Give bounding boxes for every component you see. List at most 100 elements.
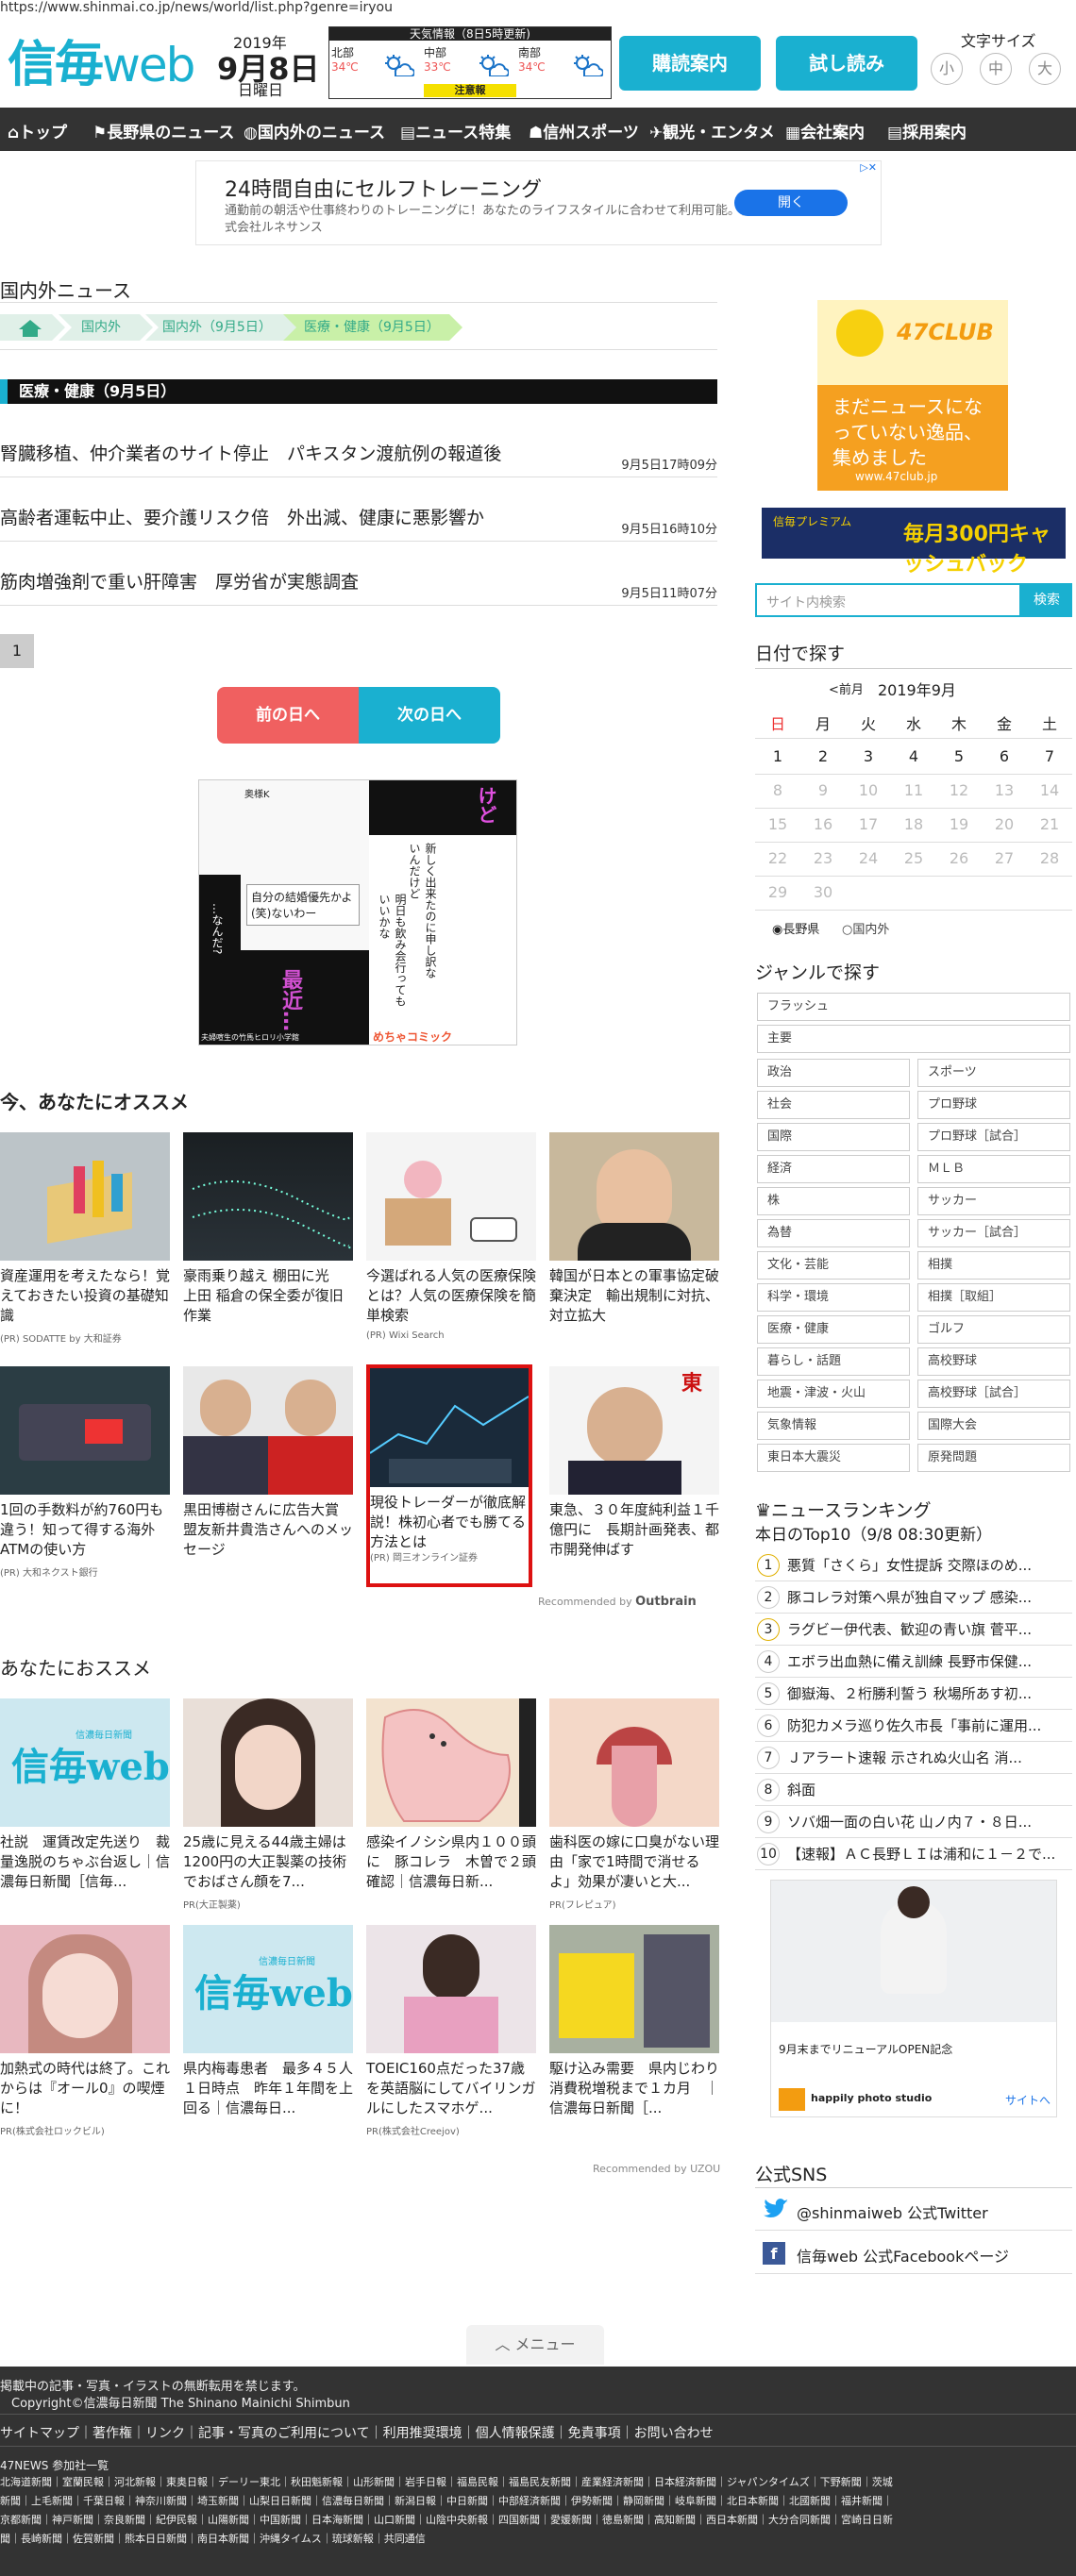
nav-item-world[interactable]: ◍国内外のニュース [244,119,385,142]
ranking-item[interactable]: 1 悪質「さくら」女性提訴 交際ほのめ... [755,1549,1072,1581]
calendar-day[interactable]: 1 [755,747,800,765]
weather-widget[interactable]: 天気情報（8日5時更新) 北部 34℃ 中部 33℃ 南部 34℃ 注意報 [328,26,612,99]
recommend-card[interactable]: 黒田博樹さんに広告大賞 盟友新井貴浩さんへのメッセージ [183,1366,353,1564]
recommend-card[interactable]: 豪雨乗り越え 棚田に光 上田 稲倉の保全委が復旧作業 [183,1132,353,1330]
nav-item-tourism[interactable]: ✈観光・エンタメ [649,119,775,142]
card-caption[interactable]: 現役トレーダーが徹底解説！株初心者でも勝てる方法とは [370,1493,529,1547]
site-logo[interactable]: 信毎web [8,25,201,93]
nav-item-sports[interactable]: ☗信州スポーツ [529,119,639,142]
font-size-small-button[interactable]: 小 [931,53,963,85]
footer-members-2[interactable]: 新聞｜上毛新聞｜千葉日報｜神奈川新聞｜埼玉新聞｜山梨日日新聞｜信濃毎日新聞｜新潟… [0,2493,893,2508]
footer-members-3[interactable]: 京都新聞｜神戸新聞｜奈良新聞｜紀伊民報｜山陽新聞｜中国新聞｜日本海新聞｜山口新聞… [0,2512,893,2527]
genre-item[interactable]: ＭＬＢ [917,1155,1070,1183]
recommend2-card[interactable]: 信毎web 信濃毎日新聞 社説 運賃改定先送り 裁量逸脱のちゃぶ台返し｜信濃毎日… [0,1698,170,1897]
card-caption[interactable]: 駆け込み需要 県内じわり 消費税増税まで１カ月 ｜信濃毎日新聞［... [549,2059,719,2121]
recommend-card[interactable]: 今選ばれる人気の医療保険とは？人気の医療保険を簡単検索 (PR) Wixi Se… [366,1132,536,1341]
breadcrumb-home[interactable] [0,314,66,341]
card-caption[interactable]: 社説 運賃改定先送り 裁量逸脱のちゃぶ台返し｜信濃毎日新聞［信毎... [0,1832,170,1895]
calendar-day[interactable]: 4 [891,747,936,765]
font-size-large-button[interactable]: 大 [1029,53,1061,85]
premium-ad[interactable]: 信毎プレミアム 毎月300円キャッシュバック [762,508,1066,577]
recommend2-card[interactable]: 感染イノシシ県内１００頭に 豚コレラ 木曽で２頭確認｜信濃毎日新... [366,1698,536,1897]
twitter-link[interactable]: @shinmaiweb 公式Twitter [755,2189,1072,2231]
recommend2-card[interactable]: 信毎web 信濃毎日新聞 県内梅毒患者 最多４５人 １日時点 昨年１年間を上回る… [183,1925,353,2123]
genre-item[interactable]: スポーツ [917,1059,1070,1087]
news-title[interactable]: 腎臓移植、仲介業者のサイト停止 パキスタン渡航例の報道後 [0,440,501,465]
radio-nagano[interactable]: ◉長野県 [772,919,819,937]
photo-studio-ad[interactable]: 9月末までリニューアルOPEN記念 happily photo studio サ… [770,1880,1057,2117]
radio-domestic[interactable]: ○国内外 [842,919,889,937]
genre-item[interactable]: 社会 [757,1091,910,1119]
breadcrumb-domestic-date[interactable]: 国内外（9月5日） [162,314,272,341]
recommend2-card[interactable]: 駆け込み需要 県内じわり 消費税増税まで１カ月 ｜信濃毎日新聞［... [549,1925,719,2123]
ranking-item[interactable]: 10 【速報】ＡＣ長野ＬＩは浦和に１－２で... [755,1838,1072,1870]
weather-warning-badge[interactable]: 注意報 [424,84,516,97]
manga-ad[interactable]: 奥様K 自分の結婚優先かよ(笑)ないわー …なんだ? 最近… けど 新しく出来た… [198,779,517,1045]
club-ad[interactable]: 47CLUB まだニュースになっていない逸品、集めました www.47club.… [817,300,1008,491]
ranking-item[interactable]: 5 御嶽海、２桁勝利誓う 秋場所あす初... [755,1678,1072,1710]
recommend-card[interactable]: 韓国が日本との軍事協定破棄決定 輸出規制に対抗、対立拡大 [549,1132,719,1330]
genre-item[interactable]: 科学・環境 [757,1283,910,1312]
genre-item[interactable]: 暮らし・話題 [757,1347,910,1376]
outbrain-credit[interactable]: Recommended by Outbrain [538,1595,697,1609]
card-caption[interactable]: 今選ばれる人気の医療保険とは？人気の医療保険を簡単検索 [366,1266,536,1329]
font-size-medium-button[interactable]: 中 [980,53,1012,85]
genre-item[interactable]: 政治 [757,1059,910,1087]
genre-item[interactable]: 相撲［取組］ [917,1283,1070,1312]
recommend-card[interactable]: 1回の手数料が約760円も違う！知って得する海外ATMの使い方 (PR) 大和ネ… [0,1366,170,1579]
card-caption[interactable]: 黒田博樹さんに広告大賞 盟友新井貴浩さんへのメッセージ [183,1500,353,1563]
card-caption[interactable]: 東急、３０年度純利益１千億円に 長期計画発表、都市開発伸ばす [549,1500,719,1563]
genre-item[interactable]: 文化・芸能 [757,1251,910,1280]
genre-item[interactable]: 高校野球 [917,1347,1070,1376]
news-item[interactable]: 腎臓移植、仲介業者のサイト停止 パキスタン渡航例の報道後 9月5日17時09分 [0,440,717,477]
recommend-card[interactable]: 東 東急、３０年度純利益１千億円に 長期計画発表、都市開発伸ばす [549,1366,719,1564]
ranking-item[interactable]: 2 豚コレラ対策へ県が独自マップ 感染... [755,1581,1072,1614]
calendar-day[interactable]: 2 [800,747,846,765]
card-caption[interactable]: 豪雨乗り越え 棚田に光 上田 稲倉の保全委が復旧作業 [183,1266,353,1329]
site-search-button[interactable]: 検索 [1021,583,1072,617]
genre-item[interactable]: 株 [757,1187,910,1215]
ranking-item[interactable]: 6 防犯カメラ巡り佐久市長「事前に運用... [755,1710,1072,1742]
nav-item-top[interactable]: ⌂トップ [8,119,67,142]
card-caption[interactable]: 歯科医の嫁に口臭がない理由「家で1時間で消せるよ」効果が凄いと大... [549,1832,719,1895]
ranking-item[interactable]: 7 Ｊアラート速報 示されぬ火山名 消... [755,1742,1072,1774]
card-caption[interactable]: 韓国が日本との軍事協定破棄決定 輸出規制に対抗、対立拡大 [549,1266,719,1329]
calendar-day[interactable]: 5 [936,747,982,765]
genre-item[interactable]: 地震・津波・火山 [757,1380,910,1408]
ad-open-button[interactable]: 開く [734,190,848,216]
pagination-page[interactable]: 1 [0,634,34,668]
footer-members-4[interactable]: 聞｜長崎新聞｜佐賀新聞｜熊本日日新聞｜南日本新聞｜沖縄タイムス｜琉球新報｜共同通… [0,2531,426,2546]
uzou-credit[interactable]: Recommended by UZOU [593,2163,720,2175]
genre-item[interactable]: 国際大会 [917,1412,1070,1440]
calendar-day[interactable]: 7 [1027,747,1072,765]
nav-item-company[interactable]: ▦会社案内 [785,119,865,142]
genre-item[interactable]: プロ野球［試合］ [917,1123,1070,1151]
ad-choices-icon[interactable]: ▷✕ [860,161,877,174]
recommend2-card[interactable]: 歯科医の嫁に口臭がない理由「家で1時間で消せるよ」効果が凄いと大... PR(フ… [549,1698,719,1911]
genre-item[interactable]: 経済 [757,1155,910,1183]
menu-button[interactable]: ︿ メニュー [466,2325,604,2365]
card-caption[interactable]: TOEIC160点だった37歳を英語脳にしてバイリンガルにしたスマホゲ... [366,2059,536,2121]
next-day-button[interactable]: 次の日へ [359,687,500,744]
ranking-item[interactable]: 8 斜面 [755,1774,1072,1806]
recommend2-card[interactable]: TOEIC160点だった37歳を英語脳にしてバイリンガルにしたスマホゲ... P… [366,1925,536,2137]
genre-main[interactable]: 主要 [757,1025,1070,1053]
nav-item-features[interactable]: ▤ニュース特集 [400,119,511,142]
trial-button[interactable]: 試し読み [776,36,917,91]
genre-item[interactable]: 高校野球［試合］ [917,1380,1070,1408]
ranking-item[interactable]: 4 エボラ出血熱に備え訓練 長野市保健... [755,1646,1072,1678]
genre-item[interactable]: 東日本大震災 [757,1444,910,1472]
ranking-item[interactable]: 3 ラグビー伊代表、歓迎の青い旗 菅平... [755,1614,1072,1646]
footer-members-1[interactable]: 北海道新聞｜室蘭民報｜河北新報｜東奥日報｜デーリー東北｜秋田魁新報｜山形新聞｜岩… [0,2474,893,2489]
ad-site-link[interactable]: サイトへ [1005,2092,1051,2108]
recommend2-card[interactable]: 25歳に見える44歳主婦は1200円の大正製薬の技術でおばさん顔を7... PR… [183,1698,353,1911]
news-item[interactable]: 高齢者運転中止、要介護リスク倍 外出減、健康に悪影響か 9月5日16時10分 [0,504,717,542]
nav-item-recruit[interactable]: ▤採用案内 [887,119,967,142]
calendar-day[interactable]: 3 [846,747,891,765]
ranking-item[interactable]: 9 ソバ畑一面の白い花 山ノ内７・８日... [755,1806,1072,1838]
recommend-card-highlighted[interactable]: 現役トレーダーが徹底解説！株初心者でも勝てる方法とは (PR) 岡三オンライン証… [366,1364,532,1587]
prev-month-link[interactable]: <前月 [829,679,864,697]
card-caption[interactable]: 県内梅毒患者 最多４５人 １日時点 昨年１年間を上回る｜信濃毎日... [183,2059,353,2121]
genre-item[interactable]: ゴルフ [917,1315,1070,1344]
genre-item[interactable]: 国際 [757,1123,910,1151]
